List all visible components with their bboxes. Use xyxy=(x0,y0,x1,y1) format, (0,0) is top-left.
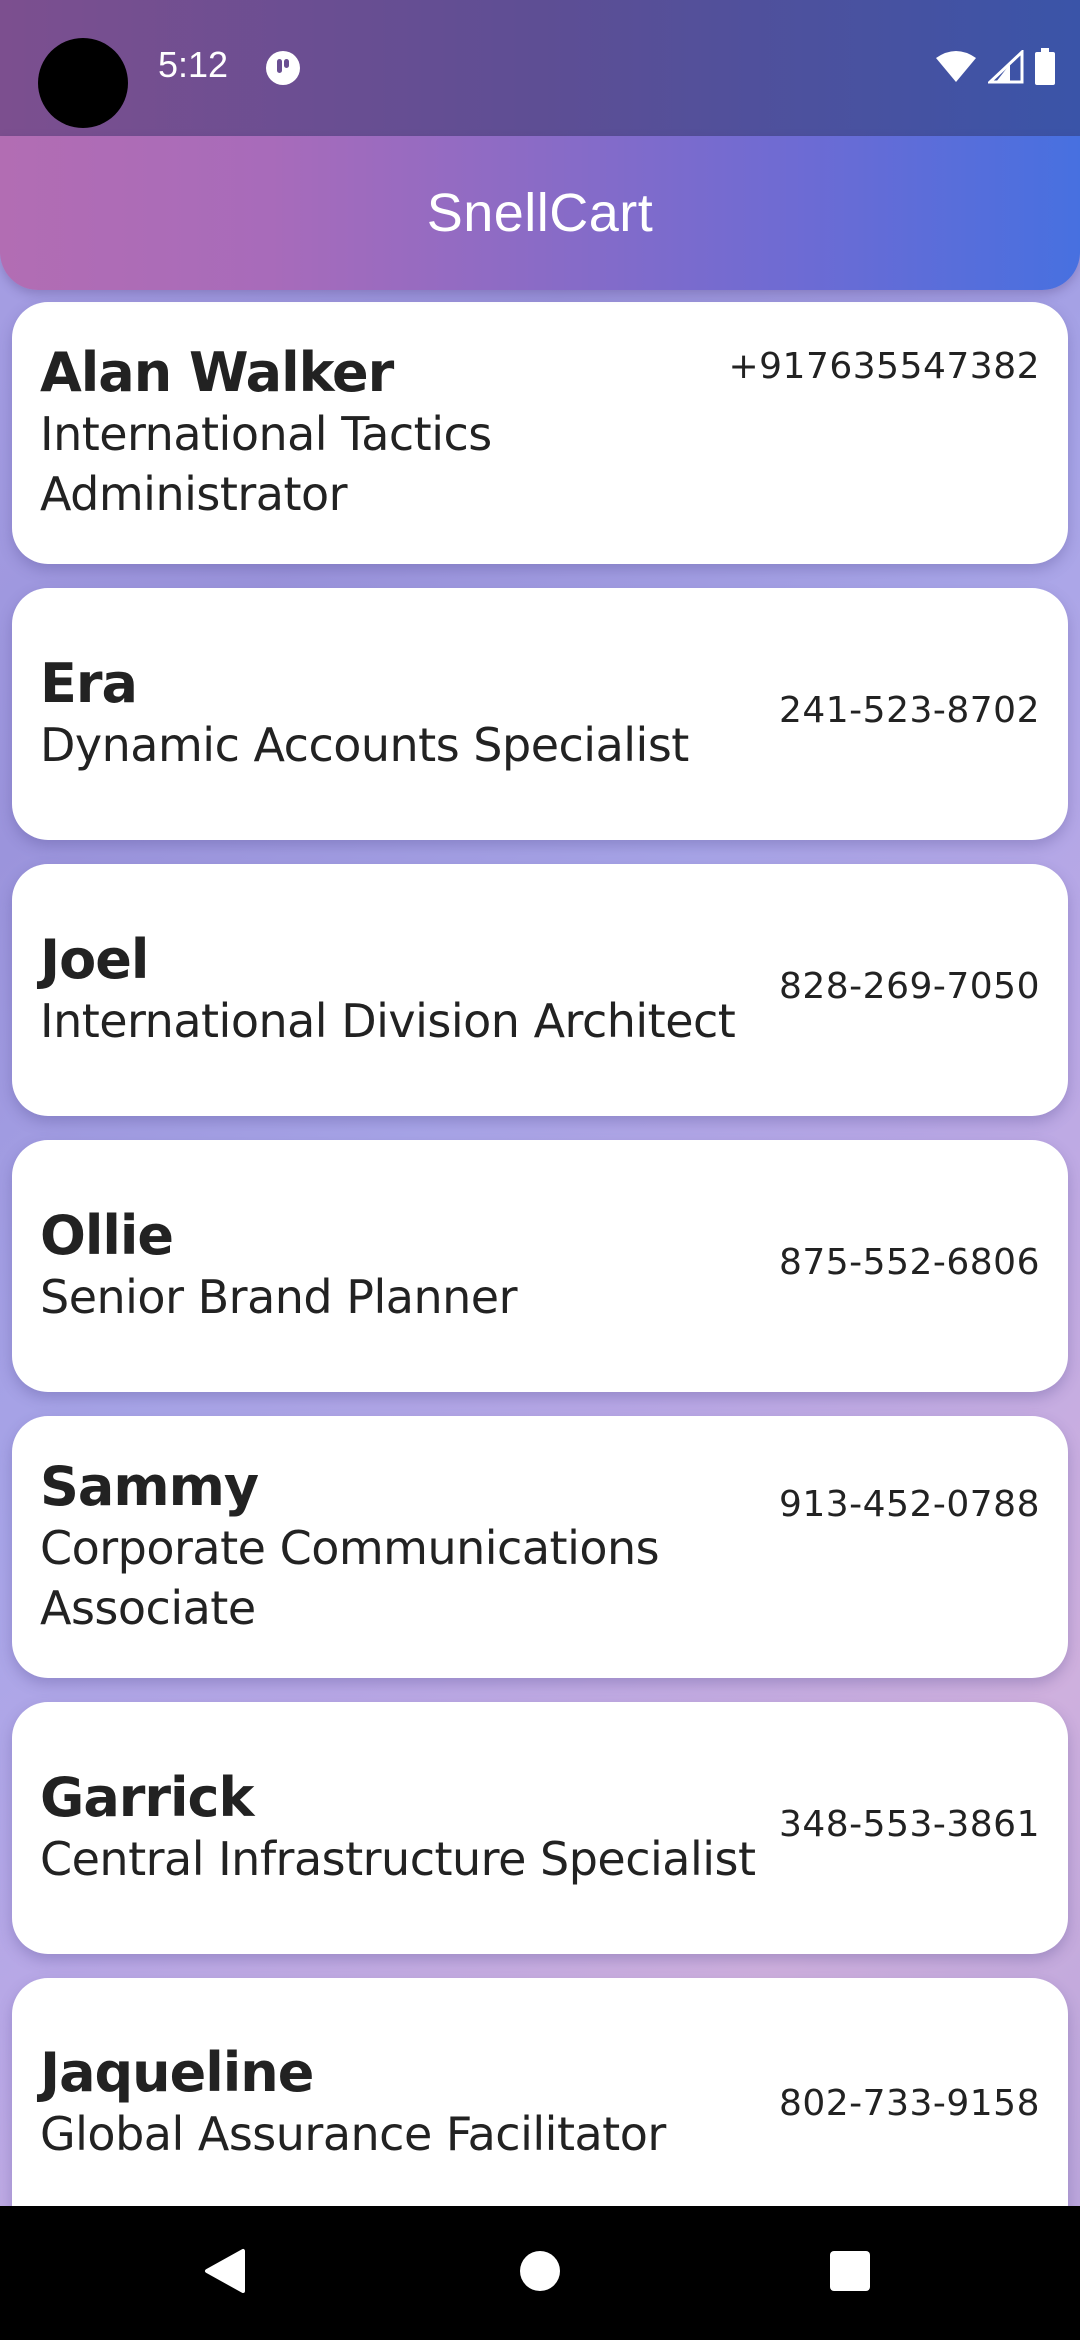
contact-text: Garrick Central Infrastructure Specialis… xyxy=(40,1767,760,1889)
contact-card[interactable]: Era Dynamic Accounts Specialist 241-523-… xyxy=(12,588,1068,840)
contact-role: Dynamic Accounts Specialist xyxy=(40,718,689,772)
status-bar: 5:12 xyxy=(0,0,1080,136)
app-notification-icon xyxy=(265,50,301,86)
contact-phone[interactable]: 828-269-7050 xyxy=(779,966,1040,1007)
contact-role: Corporate Communications Associate xyxy=(40,1521,660,1635)
contact-role: Global Assurance Facilitator xyxy=(40,2107,666,2161)
contact-role: International Division Architect xyxy=(40,994,736,1048)
contact-name: Joel xyxy=(40,928,149,991)
contact-name: Jaqueline xyxy=(40,2041,314,2104)
contact-list[interactable]: Alan Walker International Tactics Admini… xyxy=(0,290,1080,2206)
back-icon xyxy=(203,2247,247,2300)
contact-phone[interactable]: 241-523-8702 xyxy=(779,690,1040,731)
contact-name: Ollie xyxy=(40,1204,174,1267)
contact-phone[interactable]: +917635547382 xyxy=(728,346,1040,387)
status-icons xyxy=(934,48,1056,91)
contact-phone[interactable]: 875-552-6806 xyxy=(779,1242,1040,1283)
status-time: 5:12 xyxy=(158,44,229,85)
contact-text: Ollie Senior Brand Planner xyxy=(40,1205,760,1327)
contact-name: Alan Walker xyxy=(40,341,394,404)
contact-card[interactable]: Sammy Corporate Communications Associate… xyxy=(12,1416,1068,1678)
contact-role: Central Infrastructure Specialist xyxy=(40,1832,756,1886)
app-bar: SnellCart xyxy=(0,136,1080,290)
contact-text: Sammy Corporate Communications Associate xyxy=(40,1456,680,1638)
contact-name: Sammy xyxy=(40,1455,259,1518)
recents-icon xyxy=(829,2250,871,2297)
contact-card[interactable]: Garrick Central Infrastructure Specialis… xyxy=(12,1702,1068,1954)
back-button[interactable] xyxy=(165,2206,285,2340)
contact-card[interactable]: Ollie Senior Brand Planner 875-552-6806 xyxy=(12,1140,1068,1392)
wifi-icon xyxy=(934,50,978,89)
navigation-bar xyxy=(0,2206,1080,2340)
contact-phone[interactable]: 348-553-3861 xyxy=(779,1804,1040,1845)
contact-text: Era Dynamic Accounts Specialist xyxy=(40,653,760,775)
contact-role: International Tactics Administrator xyxy=(40,407,492,521)
contact-name: Era xyxy=(40,652,138,715)
battery-icon xyxy=(1034,48,1056,91)
home-icon xyxy=(519,2250,561,2297)
contact-phone[interactable]: 913-452-0788 xyxy=(779,1484,1040,1525)
contact-card[interactable]: Alan Walker International Tactics Admini… xyxy=(12,302,1068,564)
recents-button[interactable] xyxy=(790,2206,910,2340)
contact-text: Alan Walker International Tactics Admini… xyxy=(40,342,760,524)
camera-cutout xyxy=(38,38,128,128)
contact-role: Senior Brand Planner xyxy=(40,1270,517,1324)
app-title: SnellCart xyxy=(426,183,654,243)
contact-card[interactable]: Jaqueline Global Assurance Facilitator 8… xyxy=(12,1978,1068,2206)
contact-card[interactable]: Joel International Division Architect 82… xyxy=(12,864,1068,1116)
contact-text: Joel International Division Architect xyxy=(40,929,760,1051)
contact-text: Jaqueline Global Assurance Facilitator xyxy=(40,2042,760,2164)
home-button[interactable] xyxy=(480,2206,600,2340)
contact-phone[interactable]: 802-733-9158 xyxy=(779,2083,1040,2124)
signal-icon xyxy=(986,48,1024,89)
contact-name: Garrick xyxy=(40,1766,254,1829)
